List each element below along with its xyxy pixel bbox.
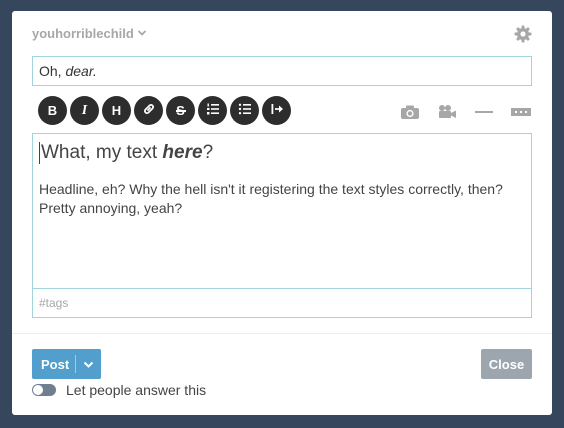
tags-input[interactable]: #tags bbox=[33, 288, 531, 317]
link-button[interactable] bbox=[134, 96, 163, 125]
blog-selector[interactable]: youhorriblechild bbox=[32, 26, 147, 41]
body-text: Headline, eh? Why the hell isn't it regi… bbox=[39, 181, 503, 216]
unordered-list-button[interactable] bbox=[230, 96, 259, 125]
headline-emphasis: here bbox=[162, 142, 203, 163]
title-field[interactable]: Oh, dear. bbox=[32, 56, 532, 86]
answers-label: Let people answer this bbox=[66, 382, 207, 398]
media-toolbar bbox=[399, 103, 532, 121]
post-button[interactable]: Post bbox=[32, 349, 101, 379]
ordered-list-icon bbox=[206, 102, 220, 119]
bold-label: B bbox=[47, 103, 58, 118]
heading-button[interactable]: H bbox=[102, 96, 131, 125]
post-body-editor[interactable]: What, my text here? Headline, eh? Why th… bbox=[32, 133, 532, 318]
heading-label: H bbox=[111, 103, 122, 118]
answers-toggle-row: Let people answer this bbox=[32, 382, 206, 398]
ordered-list-button[interactable] bbox=[198, 96, 227, 125]
chevron-down-icon bbox=[137, 26, 147, 41]
headline-suffix: ? bbox=[202, 142, 214, 163]
horizontal-rule-icon[interactable] bbox=[473, 103, 495, 121]
body-headline: What, my text here? bbox=[39, 142, 213, 164]
camera-icon[interactable] bbox=[399, 103, 421, 121]
footer-divider bbox=[12, 333, 552, 334]
indent-icon bbox=[270, 102, 284, 119]
post-options-chevron-icon[interactable] bbox=[76, 359, 101, 370]
italic-label: I bbox=[81, 102, 88, 118]
strike-line bbox=[175, 110, 186, 112]
read-more-icon[interactable] bbox=[510, 103, 532, 121]
video-icon[interactable] bbox=[436, 103, 458, 121]
unordered-list-icon bbox=[238, 102, 252, 119]
title-prefix: Oh, bbox=[39, 63, 62, 79]
strikethrough-button[interactable]: S bbox=[166, 96, 195, 125]
title-italic: dear. bbox=[65, 63, 97, 79]
link-icon bbox=[142, 102, 156, 119]
bold-button[interactable]: B bbox=[38, 96, 67, 125]
headline-prefix: What, my text bbox=[41, 142, 163, 163]
post-dialog: youhorriblechild Oh, dear. B I H What, m… bbox=[12, 11, 552, 415]
close-button[interactable]: Close bbox=[481, 349, 532, 379]
answers-toggle[interactable] bbox=[32, 384, 56, 396]
italic-button[interactable]: I bbox=[70, 96, 99, 125]
blog-name: youhorriblechild bbox=[32, 26, 134, 41]
gear-icon[interactable] bbox=[513, 24, 533, 44]
post-label: Post bbox=[41, 356, 70, 372]
indent-button[interactable] bbox=[262, 96, 291, 125]
formatting-toolbar: B I H S bbox=[38, 96, 291, 125]
